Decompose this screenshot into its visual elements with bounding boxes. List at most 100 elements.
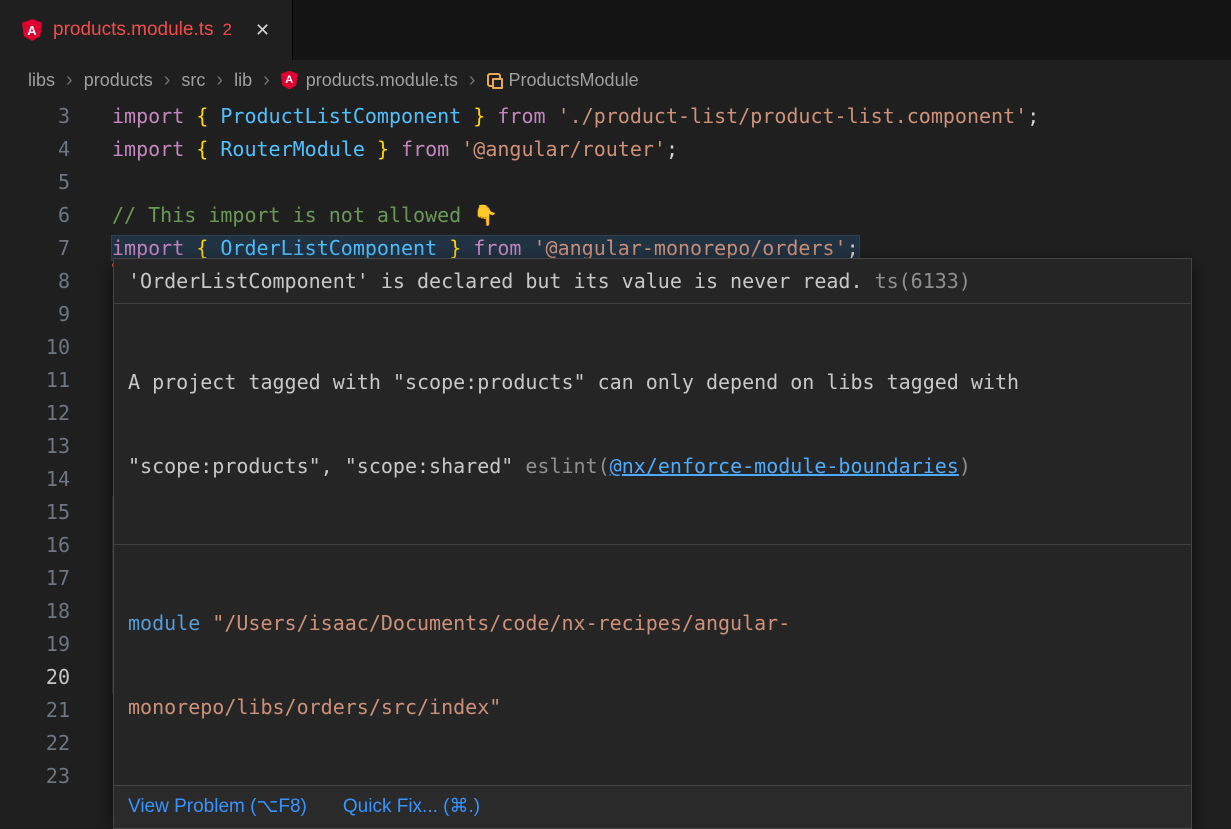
code-token — [208, 137, 220, 161]
code-token — [449, 137, 461, 161]
breadcrumb-separator-icon: › — [469, 70, 476, 90]
line-number[interactable]: 5 — [0, 166, 112, 199]
breadcrumb-label: lib — [234, 70, 252, 91]
diagnostic-eslint-message: "scope:products", "scope:shared" — [128, 454, 513, 478]
breadcrumb-item-products-module-ts[interactable]: Aproducts.module.ts — [281, 70, 458, 91]
code-token: { — [196, 104, 208, 128]
line-number[interactable]: 3 — [0, 100, 112, 133]
code-token: ; — [847, 236, 859, 260]
code-token — [546, 104, 558, 128]
line-number[interactable]: 10 — [0, 331, 112, 364]
breadcrumb-label: products.module.ts — [306, 70, 458, 91]
breadcrumb-label: libs — [28, 70, 55, 91]
breadcrumb-separator-icon: › — [263, 70, 270, 90]
line-number[interactable]: 18 — [0, 595, 112, 628]
line-number[interactable]: 21 — [0, 694, 112, 727]
line-number[interactable]: 15 — [0, 496, 112, 529]
line-number[interactable]: 6 — [0, 199, 112, 232]
code-token — [184, 137, 196, 161]
tab-bar: A products.module.ts 2 ✕ — [0, 0, 1231, 60]
line-number[interactable]: 4 — [0, 133, 112, 166]
tab-products-module[interactable]: A products.module.ts 2 ✕ — [0, 0, 293, 60]
code-token: { — [196, 137, 208, 161]
code-token: OrderListComponent — [220, 236, 437, 260]
eslint-source-suffix: ) — [959, 454, 971, 478]
breadcrumb-item-src[interactable]: src — [181, 70, 205, 91]
code-line-6[interactable]: 6// This import is not allowed 👇 — [0, 199, 1231, 232]
breadcrumb-label: products — [84, 70, 153, 91]
module-path-line2: monorepo/libs/orders/src/index" — [128, 695, 501, 719]
line-number[interactable]: 9 — [0, 298, 112, 331]
code-token: from — [401, 137, 449, 161]
code-token: ; — [1027, 104, 1039, 128]
vscode-window: A products.module.ts 2 ✕ libs › products › s… — [0, 0, 1231, 793]
breadcrumb-item-libs[interactable]: libs — [28, 70, 55, 91]
hover-module-info: module "/Users/isaac/Documents/code/nx-r… — [114, 544, 1191, 785]
code-token — [389, 137, 401, 161]
code-token — [184, 236, 196, 260]
diagnostic-eslint-message-line2: "scope:products", "scope:shared" eslint(… — [128, 452, 1177, 480]
view-problem-action[interactable]: View Problem (⌥F8) — [128, 794, 307, 820]
module-path-line1: "/Users/isaac/Documents/code/nx-recipes/… — [200, 611, 790, 635]
hover-popup: 'OrderListComponent' is declared but its… — [113, 258, 1192, 829]
angular-icon: A — [22, 19, 42, 41]
breadcrumb-label: src — [181, 70, 205, 91]
line-number[interactable]: 13 — [0, 430, 112, 463]
code-token: // This import is not allowed 👇 — [112, 203, 498, 227]
quick-fix-action[interactable]: Quick Fix... (⌘.) — [343, 794, 480, 820]
line-number[interactable]: 8 — [0, 265, 112, 298]
breadcrumb-separator-icon: › — [216, 70, 223, 90]
class-symbol-icon — [487, 73, 501, 87]
breadcrumb-item-productsmodule[interactable]: ProductsModule — [487, 70, 639, 91]
line-number[interactable]: 14 — [0, 463, 112, 496]
code-token — [208, 236, 220, 260]
tab-close-icon[interactable]: ✕ — [255, 20, 270, 41]
line-number[interactable]: 11 — [0, 364, 112, 397]
angular-icon-letter: A — [27, 24, 36, 37]
line-number[interactable]: 7 — [0, 232, 112, 265]
code-token: ; — [666, 137, 678, 161]
line-content: import { RouterModule } from '@angular/r… — [112, 133, 1231, 166]
code-token: RouterModule — [220, 137, 365, 161]
diagnostic-eslint-source: eslint(@nx/enforce-module-boundaries) — [525, 454, 971, 478]
breadcrumb: libs›products›src›lib›Aproducts.module.t… — [0, 60, 1231, 100]
eslint-source-prefix: eslint( — [525, 454, 609, 478]
code-token: './product-list/product-list.component' — [558, 104, 1028, 128]
line-number[interactable]: 23 — [0, 760, 112, 793]
line-content: // This import is not allowed 👇 — [112, 199, 1231, 232]
line-number[interactable]: 17 — [0, 562, 112, 595]
code-line-5[interactable]: 5 — [0, 166, 1231, 199]
line-content — [112, 166, 1231, 199]
code-token: import — [112, 104, 184, 128]
line-number[interactable]: 12 — [0, 397, 112, 430]
code-line-3[interactable]: 3import { ProductListComponent } from '.… — [0, 100, 1231, 133]
code-token: '@angular/router' — [461, 137, 666, 161]
code-token: import — [112, 137, 184, 161]
code-token: } — [473, 104, 485, 128]
code-token — [461, 104, 473, 128]
module-keyword: module — [128, 611, 200, 635]
eslint-rule-link[interactable]: @nx/enforce-module-boundaries — [610, 454, 959, 478]
line-number[interactable]: 19 — [0, 628, 112, 661]
code-token: ProductListComponent — [220, 104, 461, 128]
hover-diagnostic-eslint: A project tagged with "scope:products" c… — [114, 303, 1191, 544]
line-number[interactable]: 22 — [0, 727, 112, 760]
hover-status-bar: View Problem (⌥F8) Quick Fix... (⌘.) — [114, 785, 1191, 828]
breadcrumb-item-lib[interactable]: lib — [234, 70, 252, 91]
code-token: } — [449, 236, 461, 260]
code-token — [521, 236, 533, 260]
hover-diagnostic-ts: 'OrderListComponent' is declared but its… — [114, 259, 1191, 303]
line-content: import { ProductListComponent } from './… — [112, 100, 1231, 133]
code-line-4[interactable]: 4import { RouterModule } from '@angular/… — [0, 133, 1231, 166]
code-token — [485, 104, 497, 128]
code-token: '@angular-monorepo/orders' — [534, 236, 847, 260]
breadcrumb-label: ProductsModule — [509, 70, 639, 91]
breadcrumb-item-products[interactable]: products — [84, 70, 153, 91]
line-number[interactable]: 20 — [0, 661, 112, 694]
editor: 3import { ProductListComponent } from '.… — [0, 100, 1231, 793]
module-info-line2: monorepo/libs/orders/src/index" — [128, 693, 1177, 721]
tab-title: products.module.ts — [53, 19, 214, 41]
angular-icon-letter: A — [285, 75, 293, 86]
line-number[interactable]: 16 — [0, 529, 112, 562]
diagnostic-ts-message: 'OrderListComponent' is declared but its… — [128, 269, 863, 293]
